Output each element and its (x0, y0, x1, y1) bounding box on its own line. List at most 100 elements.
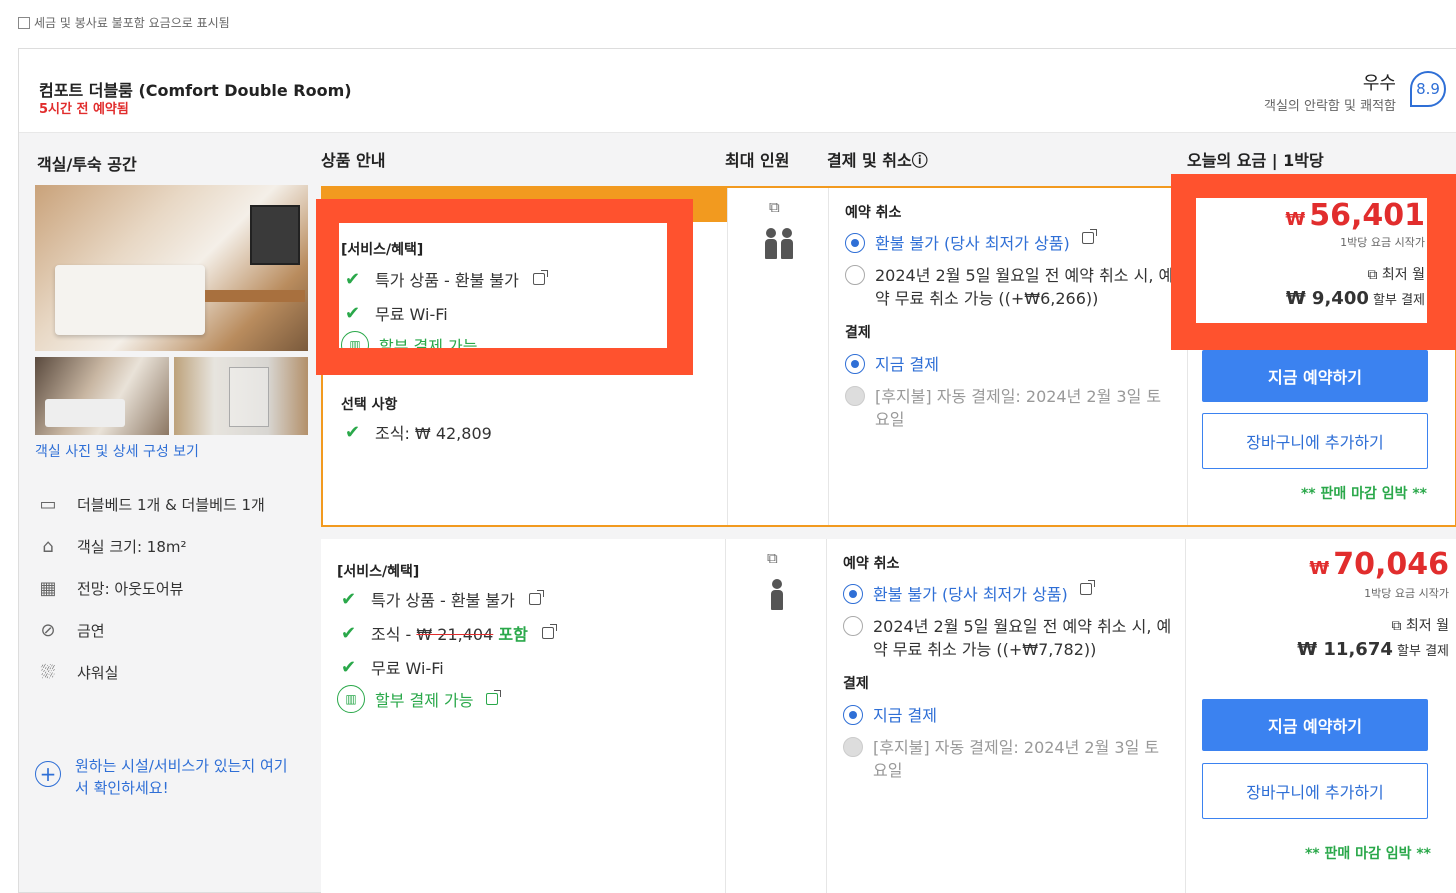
room-photo-thumb-1[interactable] (35, 357, 169, 435)
room-info-column: 객실 사진 및 상세 구성 보기 ▭ 더블베드 1개 & 더블베드 1개 ⌂ 객… (19, 133, 319, 893)
radio-selected[interactable] (843, 705, 863, 725)
check-facilities-link[interactable]: + 원하는 시설/서비스가 있는지 여기서 확인하세요! (35, 755, 295, 799)
pay-option-later: [후지불] 자동 결제일: 2024년 2월 3일 토요일 (845, 385, 1165, 431)
benefits-title: [서비스/혜택] (337, 564, 420, 580)
feature-room-size: ⌂ 객실 크기: 18m² (35, 535, 186, 557)
room-header: 컴포트 더블룸 (Comfort Double Room) 5시간 전 예약됨 … (19, 49, 1456, 133)
radio-disabled (845, 386, 865, 406)
offer-2: [서비스/혜택] ✔ 특가 상품 - 환불 불가 ✔ 조식 - ₩ 21,404… (321, 539, 1456, 893)
feature-view: ▦ 전망: 아웃도어뷰 (35, 577, 183, 599)
external-link-icon[interactable]: ⧉ (769, 198, 780, 216)
check-icon: ✔ (341, 588, 357, 610)
highlight-box-benefits: [서비스/혜택] ✔ 특가 상품 - 환불 불가 ✔ 무료 Wi-Fi ▥ 할부… (316, 199, 693, 375)
pay-option-now[interactable]: 지금 결제 (843, 704, 937, 727)
col-head-product: 상품 안내 (321, 151, 386, 170)
person-icon (765, 228, 777, 259)
radio-selected[interactable] (845, 354, 865, 374)
view-icon: ▦ (39, 577, 57, 599)
external-link-icon: ⧉ (1391, 618, 1406, 634)
rating-score: 8.9 (1410, 71, 1446, 107)
check-icon: ✔ (345, 268, 361, 290)
radio-selected[interactable] (845, 233, 865, 253)
rating-subtitle: 객실의 안락함 및 쾌적함 (1264, 99, 1396, 114)
check-icon: ✔ (345, 421, 361, 443)
external-link-icon[interactable] (528, 590, 544, 605)
benefit-breakfast: ✔ 조식 - ₩ 21,404 포함 (341, 621, 557, 645)
room-photo-thumb-2[interactable] (174, 357, 308, 435)
highlight-box-price: ₩56,401 1박당 요금 시작가 ⧉ 최저 월 ₩ 9,400 할부 결제 (1171, 174, 1456, 350)
benefit-wifi: ✔ 무료 Wi-Fi (345, 302, 448, 325)
benefit-wifi: ✔ 무료 Wi-Fi (341, 656, 444, 679)
monthly-min[interactable]: ⧉ 최저 월 (1391, 615, 1449, 635)
external-link-icon: ⧉ (1367, 267, 1382, 283)
check-icon: ✔ (341, 656, 357, 678)
installment-icon: ▥ (341, 331, 369, 348)
external-link-icon[interactable] (1079, 580, 1095, 595)
info-icon (18, 16, 30, 29)
col-head-payment[interactable]: 결제 및 취소ⓘ (827, 147, 928, 171)
external-link-icon[interactable] (485, 690, 501, 705)
price-subtitle: 1박당 요금 시작가 (1340, 236, 1425, 249)
monthly-min[interactable]: ⧉ 최저 월 (1367, 264, 1425, 284)
benefit-nonrefundable: ✔ 특가 상품 - 환불 불가 (341, 587, 544, 611)
radio-selected[interactable] (843, 584, 863, 604)
add-to-cart-button[interactable]: 장바구니에 추가하기 (1202, 413, 1428, 469)
col-head-price: 오늘의 요금 | 1박당 (1187, 151, 1324, 170)
no-smoking-icon: ⊘ (40, 619, 56, 641)
radio-unselected[interactable] (843, 616, 863, 636)
benefits-title: [서비스/혜택] (341, 242, 424, 258)
installment-available[interactable]: ▥ 할부 결제 가능 (341, 331, 478, 348)
add-to-cart-button[interactable]: 장바구니에 추가하기 (1202, 763, 1428, 819)
room-booked-badge: 5시간 전 예약됨 (39, 102, 129, 117)
external-link-icon[interactable] (541, 624, 557, 639)
pay-title: 결제 (845, 325, 871, 341)
bed-icon: ▭ (39, 493, 57, 515)
installment-icon: ▥ (337, 685, 365, 713)
feature-shower: ⛆ 샤워실 (35, 661, 119, 683)
pay-option-now[interactable]: 지금 결제 (845, 353, 939, 376)
cancel-option-free[interactable]: 2024년 2월 5일 월요일 전 예약 취소 시, 예약 무료 취소 가능 (… (845, 264, 1175, 310)
pay-title: 결제 (843, 676, 869, 692)
sellout-notice: ** 판매 마감 임박 ** (1300, 486, 1427, 502)
highlight-box-price-inner: ₩56,401 1박당 요금 시작가 ⧉ 최저 월 ₩ 9,400 할부 결제 (1196, 198, 1427, 323)
room-size-icon: ⌂ (42, 535, 54, 557)
installment-amount: ₩ 11,674 할부 결제 (1297, 639, 1449, 660)
tax-note-text: 세금 및 봉사료 불포함 요금으로 표시됨 (34, 16, 230, 30)
installment-amount: ₩ 9,400 할부 결제 (1285, 288, 1425, 309)
options-title: 선택 사항 (341, 397, 398, 413)
highlight-box-benefits-inner: [서비스/혜택] ✔ 특가 상품 - 환불 불가 ✔ 무료 Wi-Fi ▥ 할부… (339, 223, 667, 348)
external-link-icon[interactable] (532, 270, 548, 285)
radio-disabled (843, 737, 863, 757)
room-photos-link[interactable]: 객실 사진 및 상세 구성 보기 (35, 441, 199, 461)
plus-circle-icon: + (35, 761, 61, 787)
cancel-option-nonrefundable[interactable]: 환불 불가 (당사 최저가 상품) (845, 229, 1097, 255)
installment-available[interactable]: ▥ 할부 결제 가능 (337, 685, 501, 713)
check-icon: ✔ (345, 302, 361, 324)
book-now-button[interactable]: 지금 예약하기 (1202, 350, 1428, 402)
col-head-occupancy: 최대 인원 (725, 151, 790, 170)
cancel-option-free[interactable]: 2024년 2월 5일 월요일 전 예약 취소 시, 예약 무료 취소 가능 (… (843, 615, 1173, 661)
feature-bed: ▭ 더블베드 1개 & 더블베드 1개 (35, 493, 264, 515)
price: ₩56,401 (1285, 198, 1425, 233)
pay-option-later: [후지불] 자동 결제일: 2024년 2월 3일 토요일 (843, 736, 1163, 782)
benefit-nonrefundable: ✔ 특가 상품 - 환불 불가 (345, 267, 548, 291)
option-breakfast: ✔ 조식: ₩ 42,809 (345, 421, 492, 444)
cancel-title: 예약 취소 (843, 556, 900, 572)
person-icon (781, 228, 793, 259)
cancel-option-nonrefundable[interactable]: 환불 불가 (당사 최저가 상품) (843, 580, 1095, 606)
shower-icon: ⛆ (40, 661, 56, 683)
book-now-button[interactable]: 지금 예약하기 (1202, 699, 1428, 751)
tax-note: 세금 및 봉사료 불포함 요금으로 표시됨 (18, 14, 230, 31)
rating-word: 우수 (1362, 73, 1396, 94)
price: ₩70,046 (1309, 547, 1449, 582)
radio-unselected[interactable] (845, 265, 865, 285)
external-link-icon[interactable]: ⧉ (767, 549, 778, 567)
room-photo-main[interactable] (35, 185, 308, 351)
price-subtitle: 1박당 요금 시작가 (1364, 587, 1449, 600)
person-icon (771, 579, 783, 610)
feature-no-smoking: ⊘ 금연 (35, 619, 104, 641)
cancel-title: 예약 취소 (845, 205, 902, 221)
check-icon: ✔ (341, 622, 357, 644)
external-link-icon[interactable] (1081, 229, 1097, 244)
sellout-notice: ** 판매 마감 임박 ** (1304, 846, 1431, 862)
